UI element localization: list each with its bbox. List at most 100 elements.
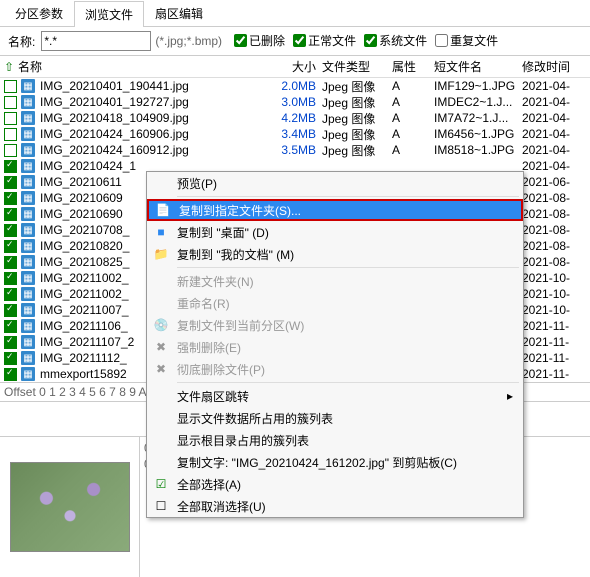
image-file-icon: ▦ xyxy=(21,127,35,141)
chevron-right-icon: ▸ xyxy=(507,389,513,403)
table-row[interactable]: ▦ IMG_20210424_160912.jpg 3.5MB Jpeg 图像 … xyxy=(0,142,590,158)
file-type: Jpeg 图像 xyxy=(322,126,392,143)
col-name[interactable]: 名称 xyxy=(16,58,270,75)
image-file-icon: ▦ xyxy=(21,287,35,301)
image-file-icon: ▦ xyxy=(21,159,35,173)
up-arrow-icon[interactable]: ⇧ xyxy=(4,60,16,74)
row-checkbox[interactable] xyxy=(4,256,17,269)
file-name: IMG_20210424_160906.jpg xyxy=(38,127,270,141)
file-name: IMG_20210418_104909.jpg xyxy=(38,111,270,125)
row-checkbox[interactable] xyxy=(4,336,17,349)
file-name: IMG_20210401_192727.jpg xyxy=(38,95,270,109)
image-file-icon: ▦ xyxy=(21,239,35,253)
file-attr: A xyxy=(392,111,434,125)
row-checkbox[interactable] xyxy=(4,320,17,333)
tab-bar: 分区参数 浏览文件 扇区编辑 xyxy=(0,0,590,27)
menu-copy-partition: 💿复制文件到当前分区(W) xyxy=(147,314,523,336)
row-checkbox[interactable] xyxy=(4,128,17,141)
menu-perm-delete: ✖彻底删除文件(P) xyxy=(147,358,523,380)
tab-sector[interactable]: 扇区编辑 xyxy=(144,0,214,26)
menu-copy-docs[interactable]: 📁复制到 "我的文档" (M) xyxy=(147,243,523,265)
row-checkbox[interactable] xyxy=(4,160,17,173)
table-row[interactable]: ▦ IMG_20210401_190441.jpg 2.0MB Jpeg 图像 … xyxy=(0,78,590,94)
file-size: 3.4MB xyxy=(270,127,322,141)
col-short[interactable]: 短文件名 xyxy=(434,58,522,75)
file-attr: A xyxy=(392,127,434,141)
row-checkbox[interactable] xyxy=(4,208,17,221)
col-attr[interactable]: 属性 xyxy=(392,58,434,75)
image-file-icon: ▦ xyxy=(21,223,35,237)
row-checkbox[interactable] xyxy=(4,144,17,157)
row-checkbox[interactable] xyxy=(4,368,17,381)
row-checkbox[interactable] xyxy=(4,288,17,301)
row-checkbox[interactable] xyxy=(4,176,17,189)
file-date: 2021-11- xyxy=(522,367,586,381)
col-size[interactable]: 大小 xyxy=(270,58,322,75)
file-size: 3.0MB xyxy=(270,95,322,109)
filter-已删除[interactable]: 已删除 xyxy=(234,32,285,49)
disk-icon: 💿 xyxy=(151,318,171,332)
row-checkbox[interactable] xyxy=(4,192,17,205)
tab-browse[interactable]: 浏览文件 xyxy=(74,1,144,27)
file-date: 2021-08- xyxy=(522,239,586,253)
tab-partition[interactable]: 分区参数 xyxy=(4,0,74,26)
menu-copy-text[interactable]: 复制文字: "IMG_20210424_161202.jpg" 到剪贴板(C) xyxy=(147,451,523,473)
pattern-hint: (*.jpg;*.bmp) xyxy=(155,34,222,48)
col-type[interactable]: 文件类型 xyxy=(322,58,392,75)
file-attr: A xyxy=(392,79,434,93)
uncheck-icon: ☐ xyxy=(151,499,171,513)
file-type: Jpeg 图像 xyxy=(322,78,392,95)
table-row[interactable]: ▦ IMG_20210418_104909.jpg 4.2MB Jpeg 图像 … xyxy=(0,110,590,126)
file-date: 2021-04- xyxy=(522,127,586,141)
image-file-icon: ▦ xyxy=(21,111,35,125)
image-file-icon: ▦ xyxy=(21,79,35,93)
file-date: 2021-08- xyxy=(522,191,586,205)
copy-icon: 📄 xyxy=(153,203,173,217)
file-short: IM6456~1.JPG xyxy=(434,127,522,141)
pattern-input[interactable] xyxy=(41,31,151,51)
file-date: 2021-04- xyxy=(522,143,586,157)
file-date: 2021-08- xyxy=(522,207,586,221)
image-file-icon: ▦ xyxy=(21,319,35,333)
image-file-icon: ▦ xyxy=(21,191,35,205)
filter-重复文件[interactable]: 重复文件 xyxy=(435,32,498,49)
context-menu: 预览(P) 📄复制到指定文件夹(S)... ■复制到 "桌面" (D) 📁复制到… xyxy=(146,171,524,518)
row-checkbox[interactable] xyxy=(4,96,17,109)
menu-select-all[interactable]: ☑全部选择(A) xyxy=(147,473,523,495)
image-file-icon: ▦ xyxy=(21,335,35,349)
table-row[interactable]: ▦ IMG_20210424_160906.jpg 3.4MB Jpeg 图像 … xyxy=(0,126,590,142)
file-type: Jpeg 图像 xyxy=(322,142,392,159)
menu-new-folder: 新建文件夹(N) xyxy=(147,270,523,292)
row-checkbox[interactable] xyxy=(4,352,17,365)
file-short: IMDEC2~1.J... xyxy=(434,95,522,109)
table-row[interactable]: ▦ IMG_20210401_192727.jpg 3.0MB Jpeg 图像 … xyxy=(0,94,590,110)
file-date: 2021-04- xyxy=(522,79,586,93)
filter-正常文件[interactable]: 正常文件 xyxy=(293,32,356,49)
menu-copy-desktop[interactable]: ■复制到 "桌面" (D) xyxy=(147,221,523,243)
image-file-icon: ▦ xyxy=(21,175,35,189)
menu-copy-to-folder[interactable]: 📄复制到指定文件夹(S)... xyxy=(147,199,523,221)
row-checkbox[interactable] xyxy=(4,112,17,125)
filter-系统文件[interactable]: 系统文件 xyxy=(364,32,427,49)
file-date: 2021-11- xyxy=(522,351,586,365)
image-file-icon: ▦ xyxy=(21,367,35,381)
menu-sector-jump[interactable]: 文件扇区跳转▸ xyxy=(147,385,523,407)
file-attr: A xyxy=(392,143,434,157)
col-date[interactable]: 修改时间 xyxy=(522,58,586,75)
file-name: IMG_20210401_190441.jpg xyxy=(38,79,270,93)
menu-preview[interactable]: 预览(P) xyxy=(147,172,523,194)
menu-cluster-list[interactable]: 显示文件数据所占用的簇列表 xyxy=(147,407,523,429)
menu-root-cluster[interactable]: 显示根目录占用的簇列表 xyxy=(147,429,523,451)
image-file-icon: ▦ xyxy=(21,303,35,317)
row-checkbox[interactable] xyxy=(4,240,17,253)
file-size: 3.5MB xyxy=(270,143,322,157)
delete-icon: ✖ xyxy=(151,362,171,376)
image-file-icon: ▦ xyxy=(21,255,35,269)
row-checkbox[interactable] xyxy=(4,224,17,237)
row-checkbox[interactable] xyxy=(4,80,17,93)
menu-deselect-all[interactable]: ☐全部取消选择(U) xyxy=(147,495,523,517)
row-checkbox[interactable] xyxy=(4,272,17,285)
image-file-icon: ▦ xyxy=(21,207,35,221)
row-checkbox[interactable] xyxy=(4,304,17,317)
file-short: IM7A72~1.J... xyxy=(434,111,522,125)
